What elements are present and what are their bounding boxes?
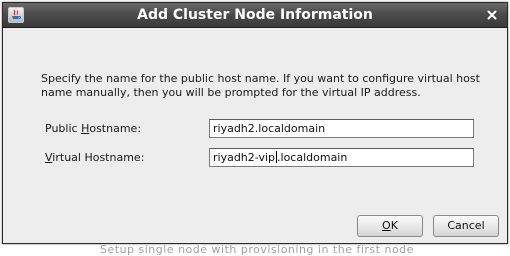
instruction-text: Specify the name for the public host nam… bbox=[41, 72, 480, 99]
ok-button-mnemonic: O bbox=[382, 219, 391, 232]
ok-button-label-rest: K bbox=[390, 219, 398, 232]
public-hostname-label-prefix: Public bbox=[45, 122, 82, 135]
dialog-titlebar[interactable]: Add Cluster Node Information bbox=[3, 3, 507, 28]
public-hostname-label: Public Hostname: bbox=[45, 122, 141, 135]
public-hostname-label-suffix: ostname: bbox=[89, 122, 142, 135]
dialog-title: Add Cluster Node Information bbox=[137, 7, 373, 23]
public-hostname-input[interactable]: riyadh2.localdomain bbox=[209, 119, 474, 138]
virtual-hostname-value-after-caret: .localdomain bbox=[277, 151, 348, 164]
virtual-hostname-label: Virtual Hostname: bbox=[45, 151, 144, 164]
background-partial-text: Setup single node with provisioning in t… bbox=[100, 243, 414, 256]
add-cluster-node-dialog: Add Cluster Node Information Specify the… bbox=[2, 2, 508, 244]
dialog-content: Specify the name for the public host nam… bbox=[3, 28, 507, 243]
virtual-hostname-label-suffix: irtual Hostname: bbox=[52, 151, 145, 164]
close-icon[interactable] bbox=[485, 7, 501, 23]
cancel-button[interactable]: Cancel bbox=[433, 215, 499, 237]
virtual-hostname-input[interactable]: riyadh2-vip .localdomain bbox=[209, 148, 474, 167]
ok-button[interactable]: OK bbox=[357, 215, 423, 237]
virtual-hostname-value-before-caret: riyadh2-vip bbox=[213, 151, 276, 164]
